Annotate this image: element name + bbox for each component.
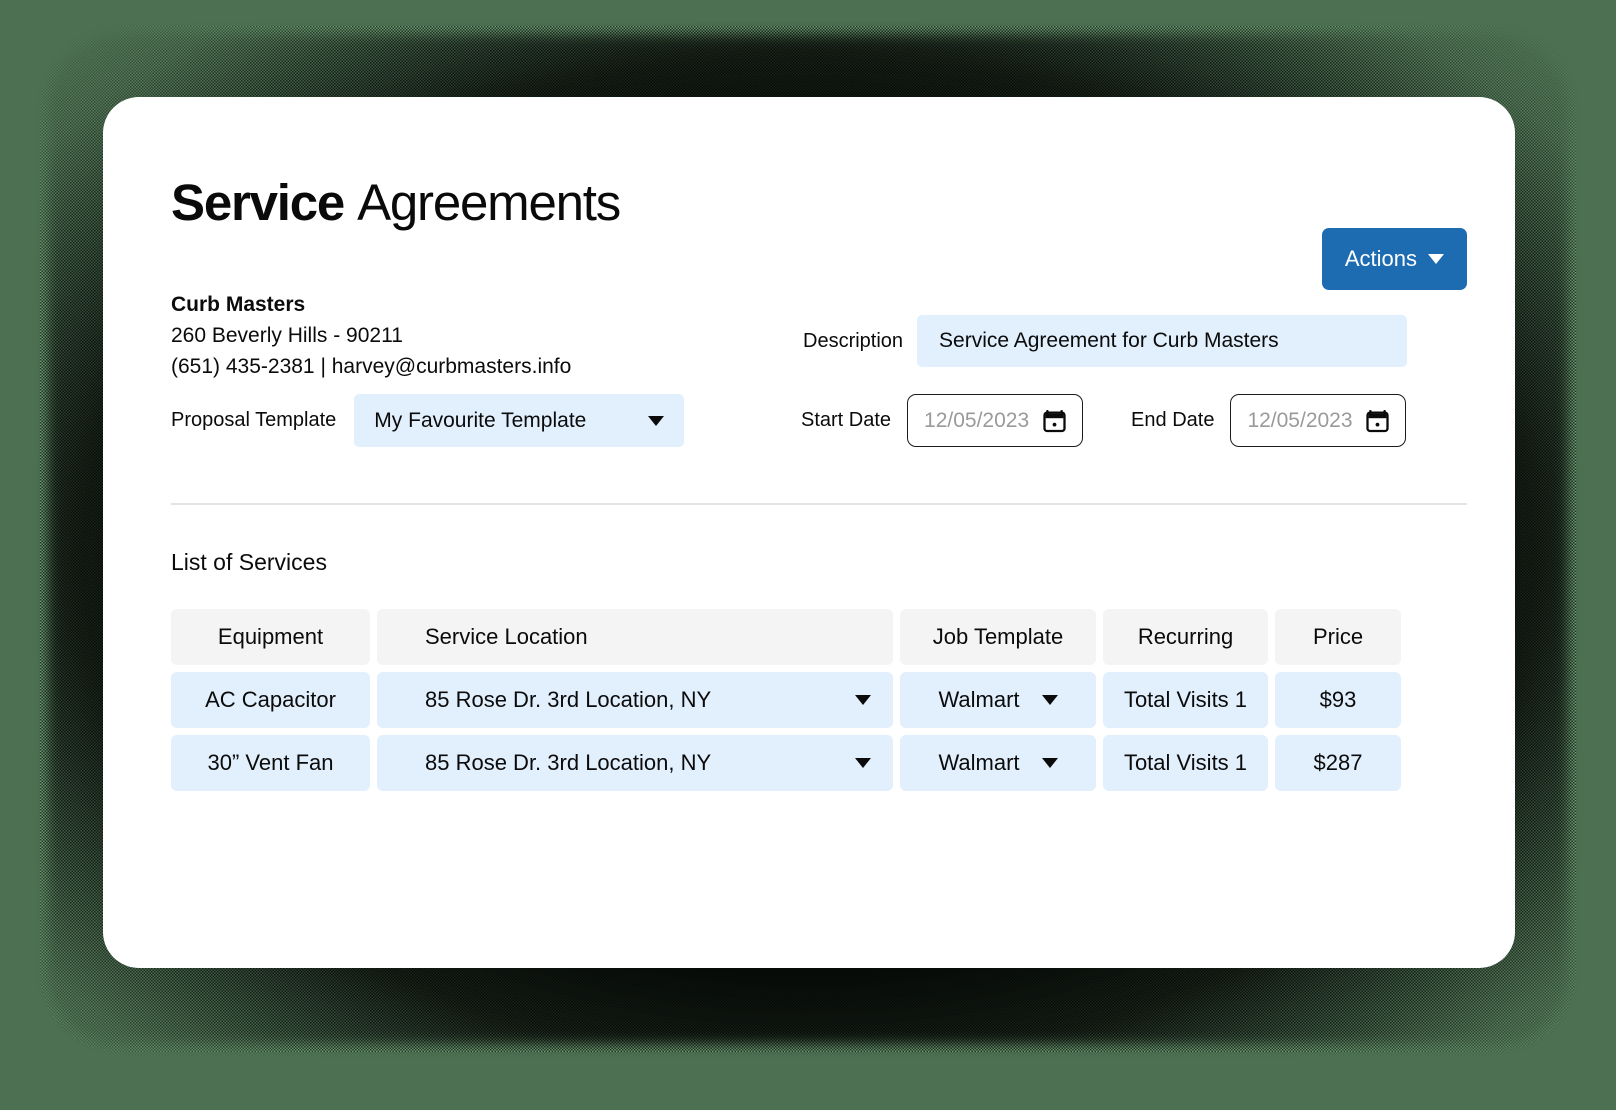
column-header-price: Price [1275,609,1401,665]
services-heading: List of Services [171,549,327,575]
cell-service-location-value: 85 Rose Dr. 3rd Location, NY [425,687,712,712]
cell-recurring[interactable]: Total Visits 1 [1103,672,1268,728]
calendar-icon[interactable] [1043,409,1066,433]
chevron-down-icon [855,758,871,768]
column-header-recurring: Recurring [1103,609,1268,665]
cell-equipment[interactable]: AC Capacitor [171,672,370,728]
cell-service-location-value: 85 Rose Dr. 3rd Location, NY [425,750,712,775]
description-input[interactable]: Service Agreement for Curb Masters [917,315,1408,367]
calendar-icon[interactable] [1366,409,1390,433]
contact-block: Curb Masters 260 Beverly Hills - 90211 (… [171,289,571,382]
end-date-label: End Date [1131,409,1215,431]
start-date-input[interactable]: 12/05/2023 [907,394,1084,447]
table-row: 30” Vent Fan 85 Rose Dr. 3rd Location, N… [171,735,1401,791]
description-row: Description Service Agreement for Curb M… [803,315,1408,367]
column-header-equipment: Equipment [171,609,370,665]
chevron-down-icon [855,695,871,705]
card-content: Service Agreements Actions Curb Masters … [171,97,1467,968]
customer-name: Curb Masters [171,293,306,316]
cell-service-location[interactable]: 85 Rose Dr. 3rd Location, NY [377,672,893,728]
end-date-value: 12/05/2023 [1247,408,1353,432]
column-header-service-location: Service Location [377,609,893,665]
cell-price[interactable]: $93 [1275,672,1401,728]
actions-button[interactable]: Actions [1321,228,1467,290]
column-header-job-template: Job Template [900,609,1096,665]
section-divider [171,503,1467,505]
description-value: Service Agreement for Curb Masters [939,329,1279,352]
dates-row: Start Date 12/05/2023 End Date 12/05/202… [801,394,1407,447]
proposal-template-value: My Favourite Template [374,408,587,432]
cell-job-template[interactable]: Walmart [900,672,1096,728]
cell-recurring[interactable]: Total Visits 1 [1103,735,1268,791]
cell-job-template-value: Walmart [938,687,1020,712]
chevron-down-icon [1428,254,1444,264]
cell-job-template[interactable]: Walmart [900,735,1096,791]
cell-service-location[interactable]: 85 Rose Dr. 3rd Location, NY [377,735,893,791]
page-title-strong: Service [171,174,345,231]
chevron-down-icon [1041,758,1058,768]
service-agreements-card: Service Agreements Actions Curb Masters … [103,97,1515,968]
cell-job-template-value: Walmart [938,750,1020,775]
actions-button-label: Actions [1344,246,1417,271]
proposal-template-select[interactable]: My Favourite Template [354,394,685,447]
services-table: Equipment Service Location Job Template … [171,609,1401,798]
table-header-row: Equipment Service Location Job Template … [171,609,1401,665]
proposal-template-label: Proposal Template [171,409,337,431]
cell-equipment[interactable]: 30” Vent Fan [171,735,370,791]
page-title: Service Agreements [171,173,621,232]
start-date-value: 12/05/2023 [924,408,1030,432]
cell-price[interactable]: $287 [1275,735,1401,791]
table-row: AC Capacitor 85 Rose Dr. 3rd Location, N… [171,672,1401,728]
page-title-light: Agreements [357,174,621,231]
chevron-down-icon [648,415,665,426]
description-label: Description [803,329,904,352]
customer-address: 260 Beverly Hills - 90211 [171,324,403,347]
chevron-down-icon [1041,695,1058,705]
proposal-template-row: Proposal Template My Favourite Template [171,394,685,447]
customer-phone-email: (651) 435-2381 | harvey@curbmasters.info [171,355,572,378]
start-date-label: Start Date [801,409,892,431]
end-date-input[interactable]: 12/05/2023 [1230,394,1407,447]
